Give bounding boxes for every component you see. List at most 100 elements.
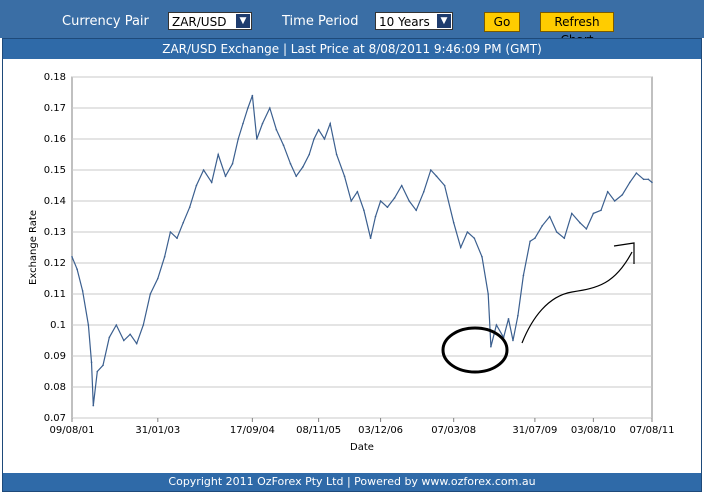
x-tick-label: 07/03/08 — [431, 425, 476, 436]
data-point — [282, 144, 285, 146]
data-point — [71, 255, 73, 258]
data-point — [87, 324, 90, 326]
y-tick-label: 0.12 — [44, 258, 66, 269]
y-tick-label: 0.11 — [44, 289, 66, 300]
data-point — [369, 237, 372, 239]
data-point — [507, 318, 510, 320]
y-tick-label: 0.15 — [44, 165, 66, 176]
data-point — [473, 237, 476, 239]
x-tick-label: 31/01/03 — [135, 425, 180, 436]
data-point — [275, 128, 278, 131]
x-tick-label: 03/12/06 — [358, 425, 403, 436]
y-tick-label: 0.1 — [50, 320, 66, 331]
data-point — [188, 206, 191, 208]
data-point — [149, 293, 152, 295]
data-point — [295, 175, 298, 177]
data-point — [613, 200, 616, 202]
data-point — [379, 200, 382, 202]
y-tick-label: 0.09 — [44, 351, 66, 362]
data-point — [157, 277, 159, 280]
data-point — [329, 122, 332, 125]
x-tick-label: 09/08/01 — [50, 425, 95, 436]
data-point — [182, 221, 185, 224]
data-point — [251, 94, 254, 97]
data-point — [490, 345, 492, 348]
data-point — [443, 184, 446, 187]
y-tick-label: 0.17 — [44, 103, 66, 114]
data-point — [269, 107, 271, 109]
data-point — [224, 175, 227, 177]
data-point — [247, 107, 249, 109]
data-point — [555, 231, 558, 233]
data-point — [302, 166, 304, 168]
data-point — [217, 153, 219, 156]
exchange-rate-chart: 0.07 0.08 0.09 0.1 0.11 0.12 0.13 0.14 0.15 0.16 0… — [28, 72, 674, 453]
data-point — [408, 200, 410, 202]
data-point — [466, 231, 469, 233]
data-point — [261, 122, 264, 125]
data-point — [195, 184, 198, 187]
data-point — [102, 364, 104, 367]
x-tick-label: 17/09/04 — [230, 425, 275, 436]
data-point — [522, 274, 525, 277]
x-tick-label: 03/08/10 — [571, 425, 616, 436]
data-point — [129, 333, 131, 336]
data-point — [452, 221, 455, 224]
data-point — [541, 225, 543, 227]
data-point — [343, 175, 346, 177]
data-point — [163, 255, 166, 258]
data-point — [579, 221, 581, 224]
data-point — [242, 122, 244, 125]
data-point — [529, 240, 531, 243]
x-axis-title: Date — [350, 442, 374, 453]
data-point — [289, 163, 292, 165]
data-point — [495, 324, 498, 326]
data-point — [308, 153, 311, 156]
y-tick-label: 0.18 — [44, 72, 66, 83]
data-point — [517, 314, 519, 317]
data-point — [393, 197, 396, 199]
data-point — [356, 190, 359, 193]
data-point — [350, 200, 352, 202]
data-point — [563, 237, 566, 239]
plot-area — [71, 76, 653, 419]
y-tick-label: 0.08 — [44, 382, 66, 393]
data-point — [317, 128, 320, 131]
data-point — [534, 237, 536, 239]
data-point — [176, 237, 178, 239]
data-point — [592, 212, 595, 215]
data-point — [400, 184, 403, 187]
data-point — [363, 209, 365, 212]
data-point — [487, 293, 489, 295]
data-point — [415, 209, 417, 212]
x-tick-label: 31/07/09 — [512, 425, 557, 436]
data-point — [90, 361, 93, 364]
data-point — [606, 190, 609, 193]
data-point — [423, 190, 425, 193]
data-point — [570, 212, 573, 215]
data-point — [92, 404, 95, 407]
data-point — [135, 342, 138, 345]
data-point — [628, 181, 631, 184]
data-point — [123, 339, 125, 342]
data-point — [548, 215, 551, 218]
data-point — [202, 169, 205, 171]
data-point — [651, 181, 653, 184]
data-point — [386, 206, 389, 208]
y-tick-label: 0.13 — [44, 227, 66, 238]
data-point — [142, 324, 145, 326]
y-tick-label: 0.14 — [44, 196, 66, 207]
data-point — [169, 231, 172, 233]
data-point — [256, 138, 258, 140]
data-point — [647, 178, 650, 181]
data-point — [600, 209, 602, 212]
y-axis-title: Exchange Rate — [28, 210, 39, 285]
data-point — [323, 138, 326, 140]
data-point — [108, 336, 111, 339]
data-point — [621, 194, 624, 196]
data-point — [335, 153, 338, 156]
data-point — [374, 215, 377, 218]
x-tick-label: 08/11/05 — [296, 425, 341, 436]
data-point — [81, 290, 84, 292]
data-point — [430, 169, 432, 171]
